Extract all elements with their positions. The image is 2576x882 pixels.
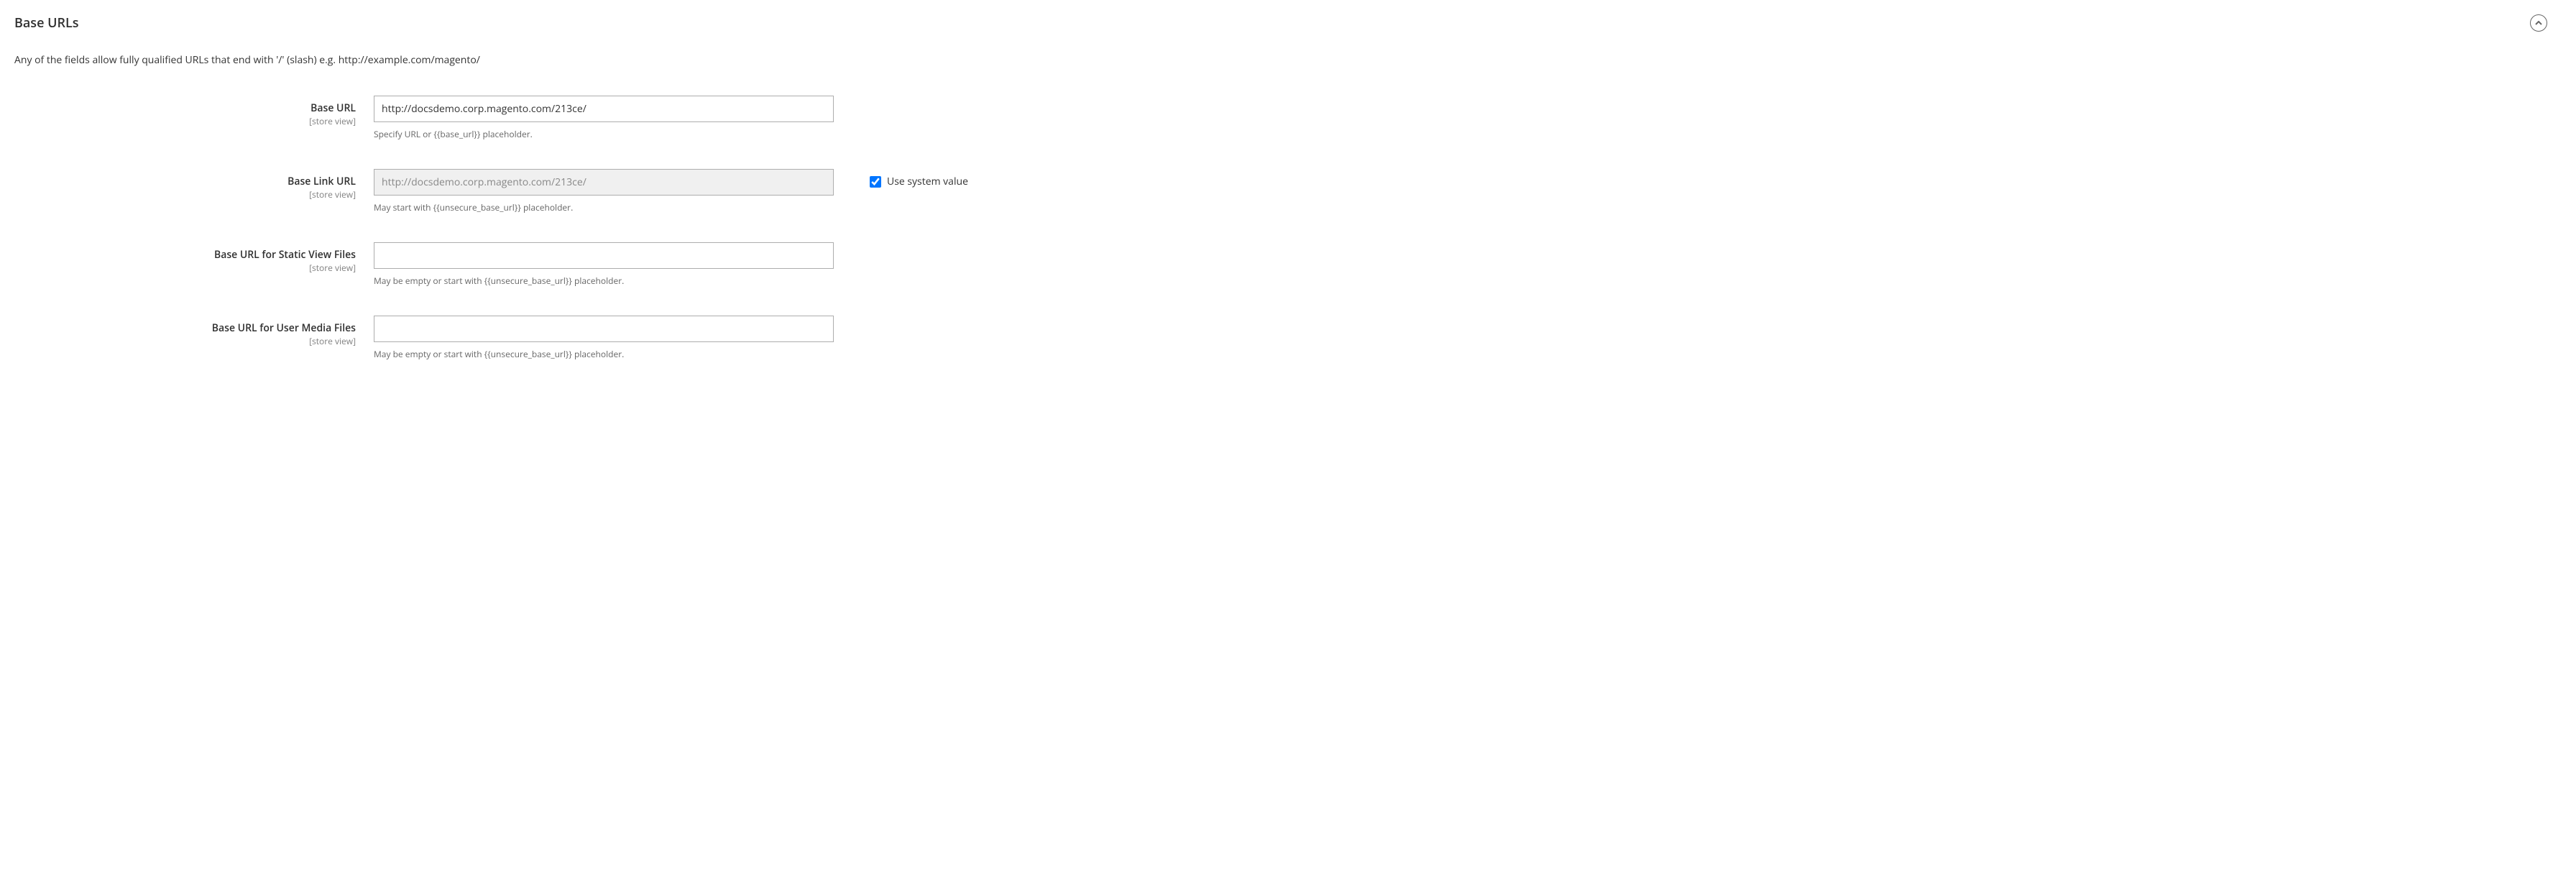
row-base-url-media: Base URL for User Media Files [store vie… <box>14 316 2562 360</box>
input-base-url-static[interactable] <box>374 242 834 269</box>
hint-base-url-static: May be empty or start with {{unsecure_ba… <box>374 275 834 287</box>
field-label-base-link-url: Base Link URL <box>14 175 356 188</box>
field-scope-base-url-static: [store view] <box>14 262 356 274</box>
input-col: May start with {{unsecure_base_url}} pla… <box>374 169 834 213</box>
hint-base-link-url: May start with {{unsecure_base_url}} pla… <box>374 201 834 213</box>
input-base-url[interactable] <box>374 96 834 122</box>
hint-base-url: Specify URL or {{base_url}} placeholder. <box>374 128 834 140</box>
section-title: Base URLs <box>14 14 79 32</box>
checkbox-col: Use system value <box>834 169 968 188</box>
label-col: Base URL for User Media Files [store vie… <box>14 316 374 347</box>
label-col: Base Link URL [store view] <box>14 169 374 201</box>
input-col: Specify URL or {{base_url}} placeholder. <box>374 96 834 140</box>
field-label-base-url-media: Base URL for User Media Files <box>14 321 356 335</box>
field-label-base-url-static: Base URL for Static View Files <box>14 248 356 262</box>
input-col: May be empty or start with {{unsecure_ba… <box>374 242 834 287</box>
input-base-link-url <box>374 169 834 196</box>
input-base-url-media[interactable] <box>374 316 834 342</box>
row-base-link-url: Base Link URL [store view] May start wit… <box>14 169 2562 213</box>
field-scope-base-url: [store view] <box>14 115 356 127</box>
hint-base-url-media: May be empty or start with {{unsecure_ba… <box>374 348 834 360</box>
section-header: Base URLs <box>14 14 2562 32</box>
input-col: May be empty or start with {{unsecure_ba… <box>374 316 834 360</box>
label-col: Base URL [store view] <box>14 96 374 127</box>
checkbox-use-system-value[interactable] <box>870 176 881 188</box>
row-base-url-static: Base URL for Static View Files [store vi… <box>14 242 2562 287</box>
field-scope-base-link-url: [store view] <box>14 188 356 201</box>
field-scope-base-url-media: [store view] <box>14 335 356 347</box>
section-description: Any of the fields allow fully qualified … <box>14 53 2562 67</box>
collapse-icon[interactable] <box>2530 14 2547 32</box>
label-col: Base URL for Static View Files [store vi… <box>14 242 374 274</box>
checkbox-label-use-system-value: Use system value <box>887 175 968 188</box>
row-base-url: Base URL [store view] Specify URL or {{b… <box>14 96 2562 140</box>
field-label-base-url: Base URL <box>14 101 356 115</box>
